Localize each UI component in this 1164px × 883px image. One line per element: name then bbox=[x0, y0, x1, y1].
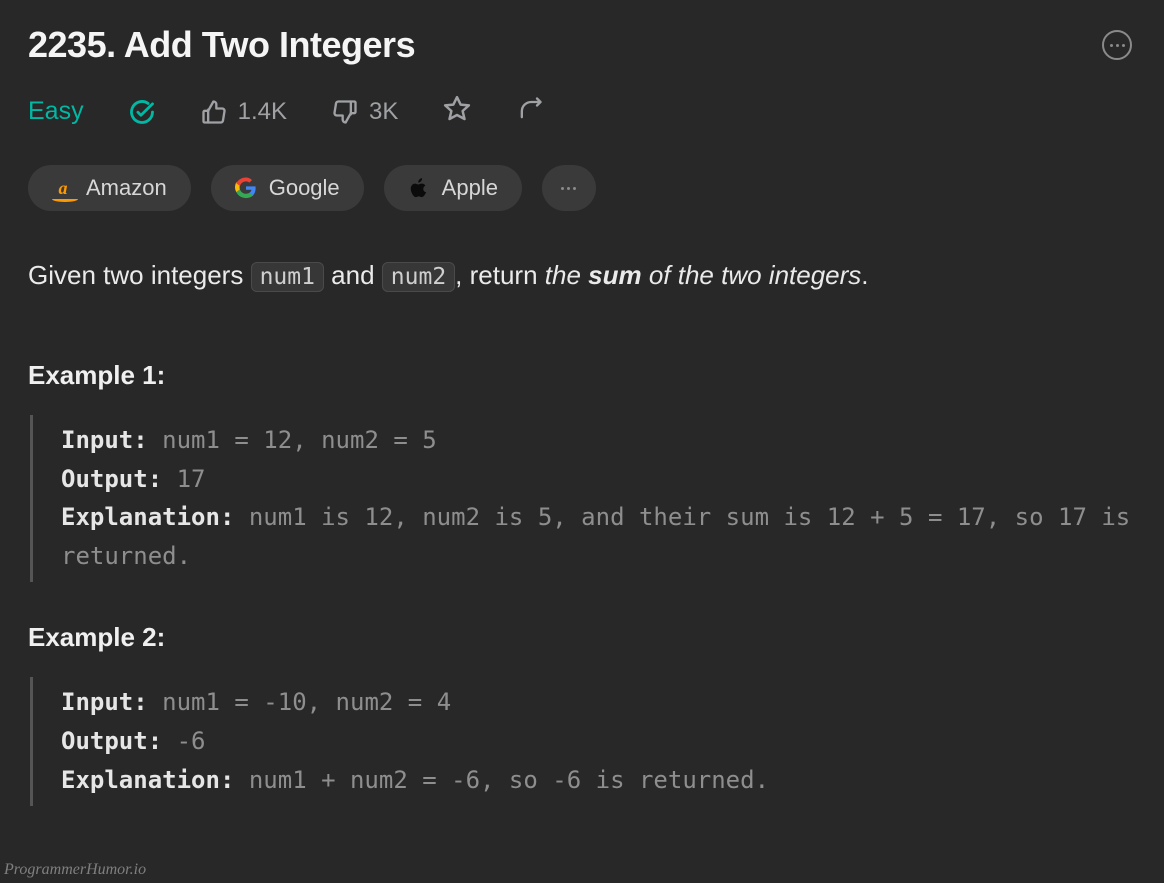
company-tag-amazon[interactable]: a Amazon bbox=[28, 165, 191, 211]
star-icon bbox=[442, 94, 472, 124]
ellipsis-icon bbox=[1110, 44, 1125, 47]
example-heading: Example 2: bbox=[28, 622, 1136, 653]
output-value: 17 bbox=[162, 465, 205, 493]
problem-container: 2235. Add Two Integers Easy 1.4K bbox=[0, 0, 1164, 806]
dislike-count: 3K bbox=[369, 98, 398, 126]
ellipsis-icon bbox=[561, 187, 576, 190]
inline-code: num2 bbox=[382, 262, 455, 292]
description-text: . bbox=[861, 260, 868, 290]
meta-row: Easy 1.4K bbox=[28, 94, 1136, 129]
description-text: , return bbox=[455, 260, 545, 290]
output-label: Output: bbox=[61, 727, 162, 755]
inline-code: num1 bbox=[251, 262, 324, 292]
example-block: Input: num1 = -10, num2 = 4 Output: -6 E… bbox=[30, 677, 1136, 806]
example-block: Input: num1 = 12, num2 = 5 Output: 17 Ex… bbox=[30, 415, 1136, 583]
description-text: of the two integers bbox=[642, 260, 862, 290]
share-icon bbox=[516, 95, 544, 123]
difficulty-label: Easy bbox=[28, 97, 84, 126]
thumbs-down-icon bbox=[331, 98, 359, 126]
title-row: 2235. Add Two Integers bbox=[28, 24, 1136, 66]
example-1: Example 1: Input: num1 = 12, num2 = 5 Ou… bbox=[28, 360, 1136, 583]
more-companies-button[interactable] bbox=[542, 165, 596, 211]
input-value: num1 = 12, num2 = 5 bbox=[148, 426, 437, 454]
input-label: Input: bbox=[61, 426, 148, 454]
explanation-label: Explanation: bbox=[61, 503, 234, 531]
google-icon bbox=[235, 177, 257, 199]
output-label: Output: bbox=[61, 465, 162, 493]
company-label: Amazon bbox=[86, 175, 167, 201]
description-text: Given two integers bbox=[28, 260, 251, 290]
problem-title: 2235. Add Two Integers bbox=[28, 24, 415, 66]
thumbs-up-icon bbox=[200, 98, 228, 126]
company-label: Google bbox=[269, 175, 340, 201]
output-value: -6 bbox=[162, 727, 205, 755]
explanation-label: Explanation: bbox=[61, 766, 234, 794]
watermark: ProgrammerHumor.io bbox=[4, 861, 146, 879]
favorite-button[interactable] bbox=[442, 94, 472, 129]
company-label: Apple bbox=[442, 175, 498, 201]
dislike-button[interactable]: 3K bbox=[331, 98, 398, 126]
apple-icon bbox=[408, 177, 430, 199]
problem-description: Given two integers num1 and num2, return… bbox=[28, 255, 1136, 296]
input-value: num1 = -10, num2 = 4 bbox=[148, 688, 451, 716]
company-tag-apple[interactable]: Apple bbox=[384, 165, 522, 211]
like-button[interactable]: 1.4K bbox=[200, 98, 287, 126]
explanation-value: num1 + num2 = -6, so -6 is returned. bbox=[234, 766, 769, 794]
like-count: 1.4K bbox=[238, 98, 287, 126]
description-text: and bbox=[324, 260, 382, 290]
company-tag-google[interactable]: Google bbox=[211, 165, 364, 211]
company-tags-row: a Amazon Google Apple bbox=[28, 165, 1136, 211]
more-menu-button[interactable] bbox=[1102, 30, 1132, 60]
example-2: Example 2: Input: num1 = -10, num2 = 4 O… bbox=[28, 622, 1136, 806]
description-text: the bbox=[545, 260, 588, 290]
example-heading: Example 1: bbox=[28, 360, 1136, 391]
description-text: sum bbox=[588, 260, 641, 290]
input-label: Input: bbox=[61, 688, 148, 716]
amazon-icon: a bbox=[52, 177, 74, 199]
share-button[interactable] bbox=[516, 95, 544, 128]
solved-check-icon bbox=[128, 98, 156, 126]
